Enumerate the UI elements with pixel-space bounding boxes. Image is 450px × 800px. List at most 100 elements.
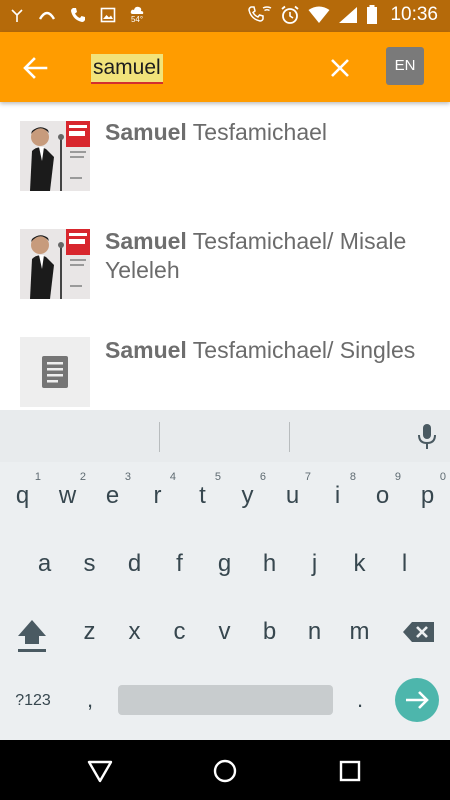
key-w[interactable]: w2 <box>45 468 90 524</box>
symbols-key[interactable]: ?123 <box>8 686 58 716</box>
key-label: d <box>127 550 142 577</box>
key-label: m <box>349 618 370 645</box>
arrow-left-icon[interactable] <box>20 53 50 83</box>
key-hint: 7 <box>304 471 311 483</box>
key-hint: 3 <box>124 471 131 483</box>
key-h[interactable]: h <box>247 536 292 592</box>
key-label: g <box>217 550 232 577</box>
weather-temp: 54° <box>130 15 144 24</box>
key-label: l <box>401 550 408 577</box>
arrow-right-icon <box>406 691 429 709</box>
key-n[interactable]: n <box>292 604 337 660</box>
key-hint: 9 <box>394 471 401 483</box>
image-icon <box>100 7 116 23</box>
artist-photo <box>20 121 90 191</box>
key-hint: 1 <box>34 471 41 483</box>
key-e[interactable]: e3 <box>90 468 135 524</box>
key-x[interactable]: x <box>112 604 157 660</box>
key-j[interactable]: j <box>292 536 337 592</box>
home-circle-icon[interactable] <box>211 757 239 785</box>
suggestion-divider <box>159 422 160 452</box>
signal-antenna-icon <box>11 9 23 22</box>
key-r[interactable]: r4 <box>135 468 180 524</box>
comma-key[interactable]: , <box>78 680 102 720</box>
album-thumbnail <box>20 121 90 191</box>
key-m[interactable]: m <box>337 604 382 660</box>
navigation-bar <box>0 740 450 800</box>
result-title: Samuel Tesfamichael/ Singles <box>105 336 430 365</box>
key-label: v <box>218 618 231 645</box>
suggestion-strip <box>0 410 450 462</box>
result-title: Samuel Tesfamichael <box>105 118 430 147</box>
language-button[interactable]: EN <box>386 47 424 85</box>
key-v[interactable]: v <box>202 604 247 660</box>
status-bar-system: 10:36 <box>248 4 438 26</box>
space-key[interactable] <box>118 685 333 715</box>
key-label: i <box>334 482 341 509</box>
status-time: 10:36 <box>390 4 438 25</box>
alarm-icon <box>281 5 300 24</box>
result-title-rest: Tesfamichael <box>186 119 328 145</box>
recents-square-icon[interactable] <box>336 757 364 785</box>
key-b[interactable]: b <box>247 604 292 660</box>
wifi-calling-icon <box>248 6 272 22</box>
key-label: a <box>37 550 52 577</box>
key-k[interactable]: k <box>337 536 382 592</box>
key-hint: 4 <box>169 471 176 483</box>
key-q[interactable]: q1 <box>0 468 45 524</box>
key-label: j <box>311 550 318 577</box>
key-t[interactable]: t5 <box>180 468 225 524</box>
suggestion-divider <box>289 422 290 452</box>
key-label: o <box>375 482 390 509</box>
key-label: f <box>176 550 183 577</box>
key-hint: 5 <box>214 471 221 483</box>
key-p[interactable]: p0 <box>405 468 450 524</box>
key-s[interactable]: s <box>67 536 112 592</box>
close-icon[interactable] <box>326 54 354 82</box>
list-item[interactable]: Samuel Tesfamichael/ Misale Yeleleh <box>0 210 450 310</box>
key-hint: 0 <box>439 471 446 483</box>
back-triangle-icon[interactable] <box>86 757 114 785</box>
key-c[interactable]: c <box>157 604 202 660</box>
key-label: h <box>262 550 277 577</box>
key-label: n <box>307 618 322 645</box>
signal-icon <box>339 7 358 23</box>
key-y[interactable]: y6 <box>225 468 270 524</box>
key-a[interactable]: a <box>22 536 67 592</box>
document-icon <box>42 356 68 388</box>
key-label: q <box>15 482 30 509</box>
key-f[interactable]: f <box>157 536 202 592</box>
list-item[interactable]: Samuel Tesfamichael/ Singles <box>0 319 450 410</box>
soft-keyboard: q1w2e3r4t5y6u7i8o9p0 asdfghjkl zxcvbnm ?… <box>0 410 450 740</box>
list-item[interactable]: Samuel Tesfamichael <box>0 102 450 202</box>
key-u[interactable]: u7 <box>270 468 315 524</box>
key-label: b <box>262 618 277 645</box>
enter-key[interactable] <box>395 678 439 722</box>
key-z[interactable]: z <box>67 604 112 660</box>
key-g[interactable]: g <box>202 536 247 592</box>
key-label: y <box>241 482 254 509</box>
key-label: c <box>173 618 186 645</box>
result-title-rest: Tesfamichael/ Singles <box>186 337 416 363</box>
key-i[interactable]: i8 <box>315 468 360 524</box>
key-l[interactable]: l <box>382 536 427 592</box>
status-bar-notifications: 54° <box>10 6 144 24</box>
key-o[interactable]: o9 <box>360 468 405 524</box>
album-thumbnail <box>20 229 90 299</box>
search-input[interactable]: samuel <box>91 54 163 84</box>
key-d[interactable]: d <box>112 536 157 592</box>
result-title-match: Samuel <box>105 337 187 363</box>
period-key[interactable]: . <box>348 680 372 720</box>
search-results-list: Samuel Tesfamichael Samuel Tesfamichael/… <box>0 102 450 410</box>
key-label: x <box>128 618 141 645</box>
backspace-icon[interactable] <box>402 620 436 644</box>
key-hint: 6 <box>259 471 266 483</box>
search-app-bar: samuel EN <box>0 32 450 102</box>
key-label: s <box>83 550 96 577</box>
shift-icon[interactable] <box>16 616 48 656</box>
result-title: Samuel Tesfamichael/ Misale Yeleleh <box>105 227 430 285</box>
key-label: k <box>353 550 366 577</box>
key-label: u <box>285 482 300 509</box>
microphone-icon[interactable] <box>414 422 440 452</box>
key-label: p <box>420 482 435 509</box>
